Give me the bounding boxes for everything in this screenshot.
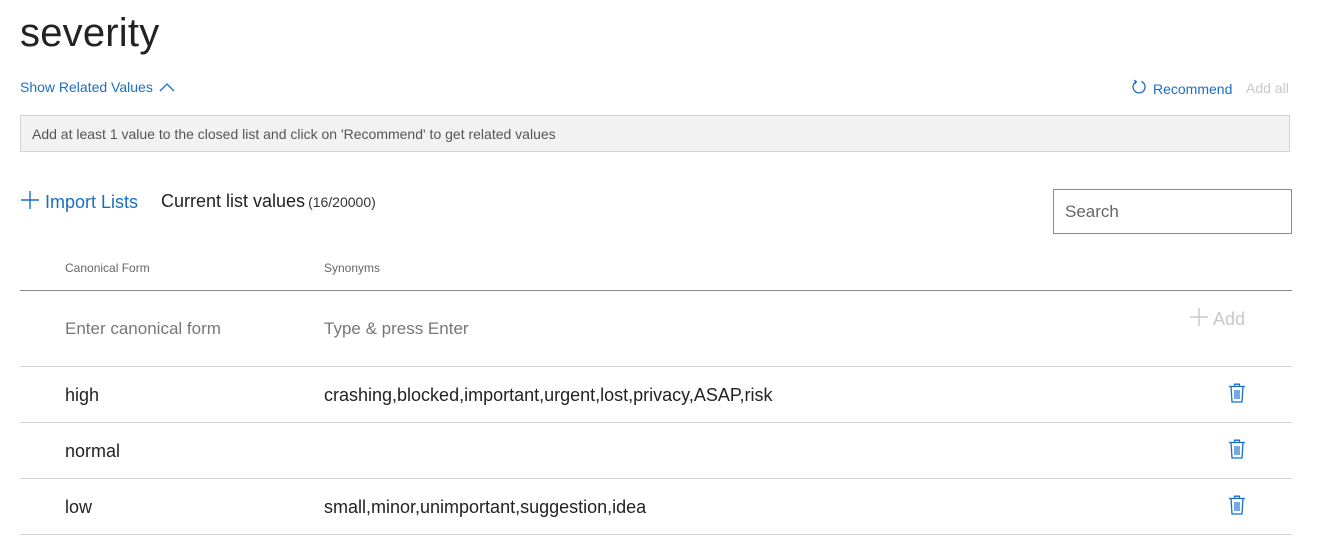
plus-icon	[1189, 307, 1209, 332]
header-divider	[20, 290, 1292, 291]
delete-row-button[interactable]	[1228, 383, 1246, 408]
trash-icon	[1228, 383, 1246, 407]
synonyms-input[interactable]	[324, 316, 724, 342]
row-canonical-value: normal	[65, 441, 121, 461]
row-canonical-value: high	[65, 385, 100, 405]
trash-icon	[1228, 495, 1246, 519]
import-lists-button[interactable]: Import Lists	[20, 190, 138, 215]
add-button[interactable]: Add	[1189, 307, 1245, 332]
row-divider	[20, 422, 1292, 423]
row-divider	[20, 534, 1292, 535]
related-values-info: Add at least 1 value to the closed list …	[20, 115, 1290, 152]
page: severity Show Related Values Recommend A…	[0, 0, 1319, 555]
current-list-values-heading: Current list values (16/20000)	[161, 191, 376, 212]
page-title: severity	[20, 11, 160, 55]
plus-icon	[20, 190, 40, 215]
delete-row-button[interactable]	[1228, 439, 1246, 464]
canonical-form-input[interactable]	[65, 316, 305, 342]
show-related-values-label: Show Related Values	[20, 79, 153, 95]
current-list-values-label: Current list values	[161, 191, 306, 211]
show-related-values-toggle[interactable]: Show Related Values	[20, 79, 175, 95]
row-canonical-value: low	[65, 497, 93, 517]
trash-icon	[1228, 439, 1246, 463]
column-header-synonyms: Synonyms	[324, 261, 381, 275]
search-input[interactable]	[1053, 189, 1292, 234]
refresh-icon	[1131, 79, 1147, 98]
add-all-button[interactable]: Add all	[1246, 80, 1289, 96]
add-label: Add	[1213, 309, 1246, 329]
chevron-up-icon	[159, 82, 175, 92]
row-synonyms-value: small,minor,unimportant,suggestion,idea	[324, 497, 647, 517]
delete-row-button[interactable]	[1228, 495, 1246, 520]
row-synonyms-value: crashing,blocked,important,urgent,lost,p…	[324, 385, 773, 405]
recommend-button[interactable]: Recommend	[1131, 79, 1232, 98]
row-divider	[20, 366, 1292, 367]
import-lists-label: Import Lists	[45, 192, 139, 212]
list-value-count: (16/20000)	[308, 194, 376, 210]
row-divider	[20, 478, 1292, 479]
recommend-label: Recommend	[1153, 80, 1233, 97]
column-header-canonical-form: Canonical Form	[65, 261, 150, 275]
